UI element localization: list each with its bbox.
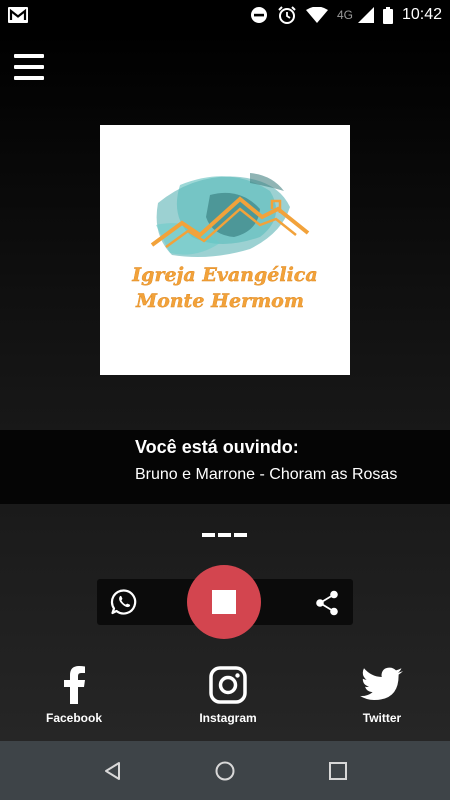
now-playing-title: Você está ouvindo: [135,437,299,457]
network-type: 4G [336,8,353,22]
clock: 10:42 [401,6,442,23]
wifi-icon [305,6,328,23]
battery-icon [382,6,393,24]
alarm-icon [278,6,296,24]
twitter-label: Twitter [362,711,402,725]
facebook-link[interactable]: Facebook [44,666,104,725]
android-nav-bar [0,741,450,800]
stop-button[interactable] [187,565,261,639]
instagram-link[interactable]: Instagram [193,666,263,725]
menu-line [14,65,44,69]
loading-dash [202,533,215,537]
signal-icon [357,7,374,23]
logo-artwork: Igreja Evangélica Monte Hermom [131,173,318,312]
logo-line2: Monte Hermom [135,290,304,312]
menu-line [14,76,44,80]
loading-dash [218,533,231,537]
station-logo: Igreja Evangélica Monte Hermom [100,125,350,375]
now-playing-song: Bruno e Marrone - Choram as Rosas [135,466,398,483]
logo-line1: Igreja Evangélica [131,264,317,286]
instagram-icon [209,666,247,704]
facebook-icon [64,666,85,704]
twitter-icon [360,667,403,700]
dnd-icon [250,7,267,23]
loading-dash [234,533,247,537]
loading-indicator [202,533,247,537]
menu-line [14,54,44,58]
share-icon[interactable] [315,590,339,616]
facebook-label: Facebook [45,711,102,725]
whatsapp-icon[interactable] [110,588,138,616]
gmail-icon [8,7,28,23]
instagram-label: Instagram [199,711,257,725]
status-bar: 4G 10:42 [0,0,450,30]
stop-icon [212,590,236,614]
now-playing-panel: Você está ouvindo: Bruno e Marrone - Cho… [0,430,450,504]
back-icon[interactable] [102,760,124,782]
twitter-link[interactable]: Twitter [352,666,412,725]
home-icon[interactable] [214,760,236,782]
hamburger-menu-icon[interactable] [14,54,44,80]
recents-icon[interactable] [327,760,349,782]
